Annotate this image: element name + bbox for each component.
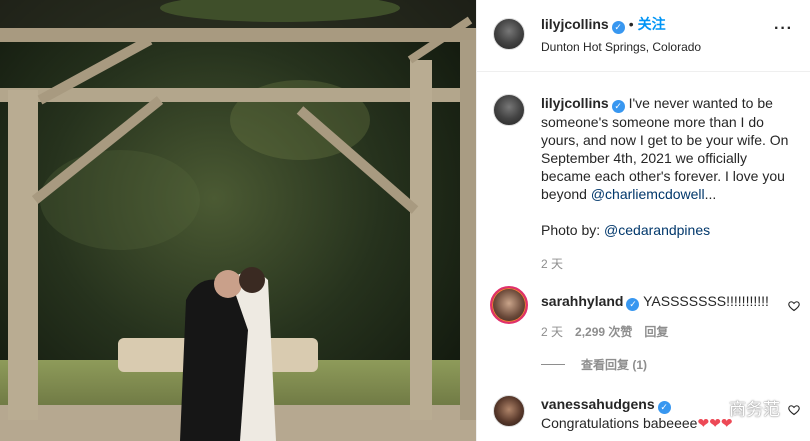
post-photo[interactable] xyxy=(0,0,476,441)
watermark-text: 商务范 xyxy=(729,400,780,419)
comment-body: sarahhyland ✓ YASSSSSSS!!!!!!!!!!! 2 天 2,2… xyxy=(541,292,769,341)
photo-credit-label: Photo by: xyxy=(541,222,605,238)
view-replies-button[interactable]: 查看回复 (1) xyxy=(541,356,647,373)
comment-username[interactable]: vanessahudgens xyxy=(541,396,655,412)
wechat-logo-icon xyxy=(701,400,723,415)
comment-text: Congratulations babeeee xyxy=(541,415,698,431)
caption-username[interactable]: lilyjcollins xyxy=(541,95,609,111)
follow-button[interactable]: 关注 xyxy=(638,16,666,32)
view-replies-line xyxy=(541,364,565,365)
comment-item: sarahhyland ✓ YASSSSSSS!!!!!!!!!!! 2 天 2,2… xyxy=(490,286,793,341)
verified-badge-icon: ✓ xyxy=(611,21,625,34)
heart-outline-icon[interactable] xyxy=(788,404,800,416)
comment-username[interactable]: sarahhyland xyxy=(541,293,623,309)
author-avatar[interactable] xyxy=(493,18,525,50)
more-options-icon[interactable]: ··· xyxy=(774,20,793,38)
comment-likes[interactable]: 2,299 次赞 xyxy=(575,325,632,339)
heart-outline-icon[interactable] xyxy=(788,300,800,312)
reply-button[interactable]: 回复 xyxy=(644,325,668,339)
verified-badge-icon: ✓ xyxy=(657,401,671,414)
caption-mention-link[interactable]: @charliemcdowell xyxy=(591,186,705,202)
view-replies-label: 查看回复 (1) xyxy=(581,358,648,372)
wedding-photo-illustration xyxy=(0,0,476,441)
wechat-watermark: 商务范 xyxy=(701,395,780,420)
separator-dot: • xyxy=(628,16,634,32)
verified-badge-icon: ✓ xyxy=(626,298,640,311)
post-side-panel: lilyjcollins ✓ • 关注 Dunton Hot Springs, Col… xyxy=(476,0,810,441)
photo-credit: Photo by: @cedarandpines xyxy=(541,221,793,239)
instagram-post: lilyjcollins ✓ • 关注 Dunton Hot Springs, Col… xyxy=(0,0,810,441)
comment-timestamp[interactable]: 2 天 xyxy=(541,325,563,339)
post-header: lilyjcollins ✓ • 关注 Dunton Hot Springs, Col… xyxy=(477,0,810,72)
verified-badge-icon: ✓ xyxy=(611,100,625,113)
commenter-avatar[interactable] xyxy=(490,286,528,324)
post-caption: lilyjcollins ✓ I've never wanted to be so… xyxy=(493,94,793,273)
comment-meta: 2 天 2,299 次赞 回复 xyxy=(541,323,769,341)
caption-text: lilyjcollins ✓ I've never wanted to be so… xyxy=(541,94,793,273)
photo-credit-mention-link[interactable]: @cedarandpines xyxy=(604,222,710,238)
caption-avatar[interactable] xyxy=(493,94,525,126)
caption-ellipsis: ... xyxy=(704,186,717,202)
comment-text: YASSSSSSS!!!!!!!!!!! xyxy=(639,293,769,309)
caption-timestamp[interactable]: 2 天 xyxy=(541,255,793,273)
commenter-avatar[interactable] xyxy=(493,395,525,427)
post-location[interactable]: Dunton Hot Springs, Colorado xyxy=(541,40,701,54)
author-username[interactable]: lilyjcollins xyxy=(541,16,609,32)
author-meta: lilyjcollins ✓ • 关注 Dunton Hot Springs, Col… xyxy=(541,14,701,71)
